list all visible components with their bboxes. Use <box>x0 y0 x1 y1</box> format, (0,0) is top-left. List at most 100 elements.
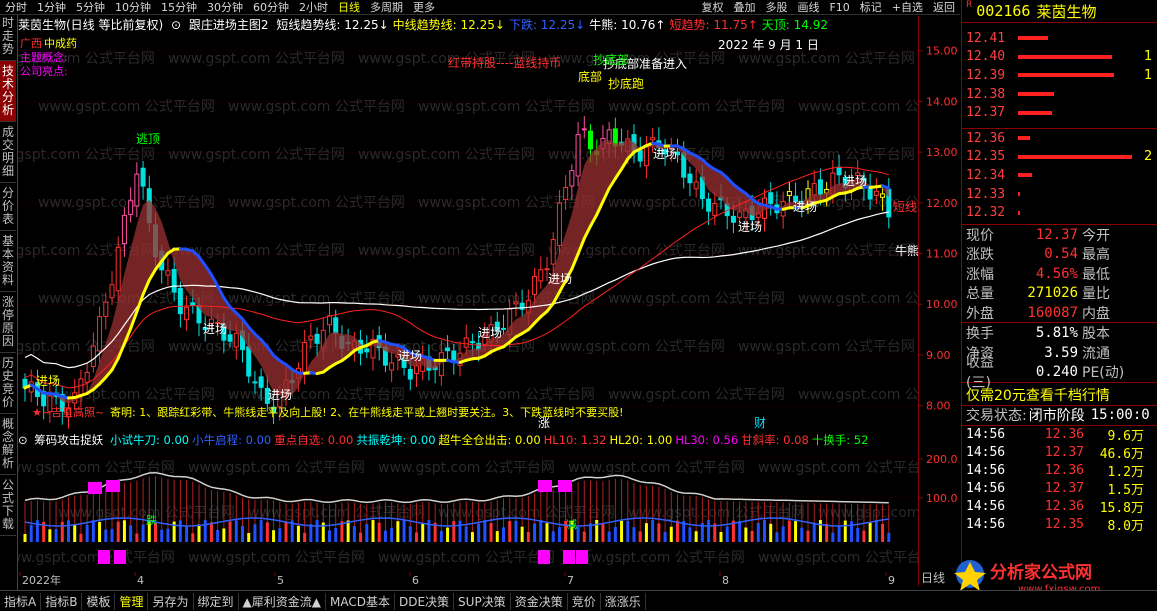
bottom-tab-6[interactable]: ▲犀利资金流▲ <box>239 593 326 610</box>
period-tab-2[interactable]: 5分钟 <box>71 0 110 15</box>
watermark: www.gspt.com 公式平台网 <box>188 550 365 566</box>
period-tab-3[interactable]: 10分钟 <box>110 0 156 15</box>
chip-bar <box>639 531 642 542</box>
tick-volume: 46.6万 <box>1084 443 1144 462</box>
bottom-tab-4[interactable]: 另存为 <box>148 593 193 610</box>
signal-label: 进场 <box>268 388 292 402</box>
signal-block <box>98 550 110 564</box>
sub-indicator-value-2: 重点自选: 0.00 <box>274 433 353 447</box>
toolbar-btn-1[interactable]: 叠加 <box>728 0 760 15</box>
sub-indicator-value-7: HL30: 0.56 <box>675 433 738 447</box>
left-tab-8[interactable]: 公式下载 <box>0 475 16 536</box>
left-tab-7[interactable]: 概念解析 <box>0 414 16 475</box>
tick-row: 14:5612.361.2万 <box>962 462 1157 480</box>
quote-row: 涨幅4.56%最低 <box>962 264 1157 284</box>
main-price-chart[interactable]: www.gspt.com 公式平台网www.gspt.com 公式平台网www.… <box>18 33 918 431</box>
period-tab-8[interactable]: 日线 <box>333 0 365 15</box>
stock-code: 002166 <box>976 2 1030 20</box>
period-tab-10[interactable]: 更多 <box>408 0 440 15</box>
quote-value: 5.81% <box>1004 325 1078 341</box>
order-volume-bar <box>1018 36 1048 40</box>
bottom-tab-1[interactable]: 指标B <box>41 593 82 610</box>
promo-link[interactable]: 仅需20元查看千档行情 <box>962 383 1157 405</box>
signal-label: 进场 <box>738 220 762 234</box>
toolbar-btn-7[interactable]: 返回 <box>928 0 960 15</box>
left-tab-2[interactable]: 成交明细 <box>0 122 16 183</box>
candle-body <box>415 366 419 374</box>
bottom-tab-5[interactable]: 绑定到 <box>194 593 239 610</box>
sub-indicator-name[interactable]: 筹码攻击捉妖 <box>34 433 103 447</box>
bottom-tab-10[interactable]: 资金决策 <box>511 593 568 610</box>
bottom-tab-0[interactable]: 指标A <box>0 593 41 610</box>
period-tab-6[interactable]: 60分钟 <box>248 0 294 15</box>
toolbar-btn-4[interactable]: F10 <box>824 1 854 14</box>
order-qty: 2 <box>1144 149 1152 164</box>
price-tick: 11.00 <box>926 248 958 261</box>
chip-bar <box>477 524 480 542</box>
candle-body <box>390 363 394 370</box>
signal-block <box>576 550 588 564</box>
candle-body <box>408 369 412 379</box>
toolbar-btn-0[interactable]: 复权 <box>696 0 728 15</box>
order-level: 12.37 <box>962 103 1157 122</box>
tick-volume: 9.6万 <box>1084 425 1144 444</box>
left-tab-3[interactable]: 分价表 <box>0 183 16 231</box>
sub-dropdown-icon[interactable]: ⊙ <box>18 433 28 447</box>
tick-row: 14:5612.371.5万 <box>962 480 1157 498</box>
period-tab-7[interactable]: 2小时 <box>294 0 333 15</box>
period-label[interactable]: 日线 <box>921 571 945 585</box>
chip-bar <box>875 520 878 542</box>
period-tab-0[interactable]: 分时 <box>0 0 32 15</box>
toolbar-btn-6[interactable]: +自选 <box>887 0 928 15</box>
candle-body <box>570 171 574 186</box>
watermark: www.gspt.com 公式平台网 <box>568 460 745 476</box>
chip-bar <box>86 525 89 542</box>
left-tab-4[interactable]: 基本资料 <box>0 231 16 292</box>
bottom-tab-9[interactable]: SUP决策 <box>454 593 511 610</box>
bottom-tab-12[interactable]: 涨涨乐 <box>601 593 646 610</box>
watermark: www.gspt.com 公式平台网 <box>378 460 555 476</box>
indicator-name[interactable]: 跟庄进场主图2 <box>189 18 269 32</box>
bottom-tab-7[interactable]: MACD基本 <box>326 593 395 610</box>
status-value: 闭市阶段 <box>1029 405 1085 425</box>
tick-row: 14:5612.369.6万 <box>962 426 1157 444</box>
sub-chart-title: ⊙ 筹码攻击捉妖 小试牛刀: 0.00小牛启程: 0.00重点自选: 0.00共… <box>18 432 918 446</box>
toolbar-btn-5[interactable]: 标记 <box>855 0 887 15</box>
indicator-value-0: 短线趋势线: 12.25↓ <box>276 18 388 32</box>
period-tab-9[interactable]: 多周期 <box>365 0 408 15</box>
toolbar-btn-2[interactable]: 多股 <box>760 0 792 15</box>
tick-row: 14:5612.3746.6万 <box>962 444 1157 462</box>
signal-label: 短线 <box>893 200 917 214</box>
left-tab-5[interactable]: 涨停原因 <box>0 292 16 353</box>
candle-body <box>818 180 822 194</box>
x-axis-label: 6 <box>412 574 419 586</box>
dropdown-icon[interactable]: ⊙ <box>171 18 181 32</box>
order-level: 12.41 <box>962 29 1157 48</box>
left-tab-6[interactable]: 历史竞价 <box>0 353 16 414</box>
bottom-tab-8[interactable]: DDE决策 <box>395 593 454 610</box>
signal-block <box>106 480 120 492</box>
left-tab-1[interactable]: 技术分析 <box>0 61 16 122</box>
chip-bar <box>695 531 698 542</box>
chip-bar <box>160 530 163 542</box>
indicator-value-1: 中线趋势线: 12.25↓ <box>393 18 505 32</box>
chip-bar <box>129 525 132 542</box>
bottom-tab-3[interactable]: 管理 <box>115 593 148 610</box>
period-tab-1[interactable]: 1分钟 <box>32 0 71 15</box>
marker-jian: 减 <box>566 518 577 531</box>
chip-bar <box>775 532 778 542</box>
candle-body <box>464 338 468 347</box>
period-tab-4[interactable]: 15分钟 <box>156 0 202 15</box>
watermark: www.gspt.com 公式平台网 <box>608 291 785 307</box>
chip-bar <box>409 526 412 542</box>
signal-label: 涨 <box>538 415 550 430</box>
period-tab-5[interactable]: 30分钟 <box>202 0 248 15</box>
watermark: www.gspt.com 公式平台网 <box>358 243 535 259</box>
bottom-tab-2[interactable]: 模板 <box>82 593 115 610</box>
tick-price: 12.36 <box>1028 463 1084 478</box>
toolbar-btn-3[interactable]: 画线 <box>792 0 824 15</box>
candle-body <box>533 276 537 294</box>
volume-sub-chart[interactable]: www.gspt.com 公式平台网 www.gspt.com 公式平台网 www.… <box>18 432 918 572</box>
chip-bar <box>316 520 319 542</box>
bottom-tab-11[interactable]: 竞价 <box>568 593 601 610</box>
